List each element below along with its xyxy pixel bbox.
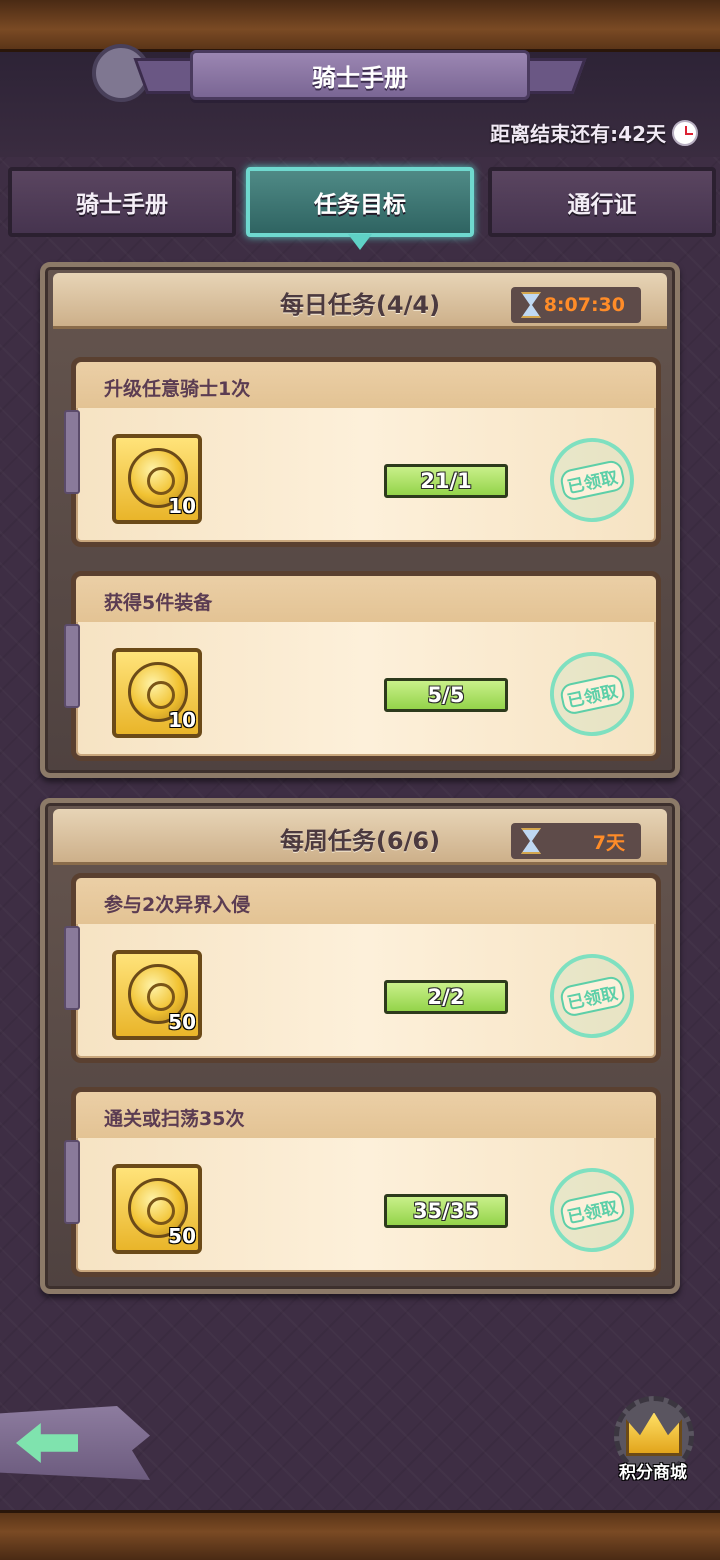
task-progress: 5/5 bbox=[384, 678, 508, 712]
task-card: 获得5件装备 10 5/5 已领取 bbox=[64, 571, 661, 761]
active-tab-pointer-icon bbox=[348, 234, 372, 250]
task-title: 通关或扫荡35次 bbox=[104, 1108, 245, 1130]
claimed-label: 已领取 bbox=[557, 974, 627, 1018]
reward-quantity: 10 bbox=[168, 494, 196, 518]
reward-item[interactable]: 10 bbox=[112, 434, 202, 524]
weekly-tasks-panel: 每周任务(6/6) 7天 参与2次异界入侵 50 2/2 已领取 通关或扫荡35… bbox=[40, 798, 680, 1294]
tab-label: 骑士手册 bbox=[76, 192, 168, 218]
task-card: 通关或扫荡35次 50 35/35 已领取 bbox=[64, 1087, 661, 1277]
daily-timer: 8:07:30 bbox=[511, 287, 641, 323]
task-progress: 35/35 bbox=[384, 1194, 508, 1228]
tab-task-goals[interactable]: 任务目标 bbox=[246, 167, 474, 237]
claimed-label: 已领取 bbox=[557, 672, 627, 716]
weekly-header: 每周任务(6/6) 7天 bbox=[53, 809, 667, 865]
claimed-stamp: 已领取 bbox=[542, 644, 642, 744]
reward-quantity: 50 bbox=[168, 1010, 196, 1034]
task-title: 参与2次异界入侵 bbox=[104, 894, 251, 916]
claimed-stamp: 已领取 bbox=[542, 1160, 642, 1260]
reward-item[interactable]: 10 bbox=[112, 648, 202, 738]
points-shop-button[interactable]: 积分商城 bbox=[608, 1396, 698, 1492]
reward-item[interactable]: 50 bbox=[112, 950, 202, 1040]
task-card: 升级任意骑士1次 10 21/1 已领取 bbox=[64, 357, 661, 547]
claimed-label: 已领取 bbox=[557, 1188, 627, 1232]
hourglass-icon bbox=[521, 828, 541, 854]
weekly-timer-value: 7天 bbox=[592, 831, 625, 854]
top-frame bbox=[0, 0, 720, 52]
clock-icon bbox=[672, 119, 698, 146]
claimed-stamp: 已领取 bbox=[542, 946, 642, 1046]
claimed-stamp: 已领取 bbox=[542, 430, 642, 530]
back-button[interactable] bbox=[0, 1406, 150, 1480]
daily-header: 每日任务(4/4) 8:07:30 bbox=[53, 273, 667, 329]
daily-timer-value: 8:07:30 bbox=[543, 294, 625, 316]
daily-tasks-panel: 每日任务(4/4) 8:07:30 升级任意骑士1次 10 21/1 已领取 获… bbox=[40, 262, 680, 778]
tab-knight-handbook[interactable]: 骑士手册 bbox=[8, 167, 236, 237]
weekly-timer: 7天 bbox=[511, 823, 641, 859]
hourglass-icon bbox=[521, 292, 541, 318]
task-card: 参与2次异界入侵 50 2/2 已领取 bbox=[64, 873, 661, 1063]
claimed-label: 已领取 bbox=[557, 458, 627, 502]
reward-item[interactable]: 50 bbox=[112, 1164, 202, 1254]
tab-pass[interactable]: 通行证 bbox=[488, 167, 716, 237]
shop-label: 积分商城 bbox=[619, 1463, 687, 1483]
title-banner: 骑士手册 bbox=[190, 50, 530, 100]
bottom-frame bbox=[0, 1510, 720, 1560]
arrow-left-icon bbox=[16, 1423, 78, 1463]
task-progress: 2/2 bbox=[384, 980, 508, 1014]
tab-label: 任务目标 bbox=[314, 192, 406, 218]
task-title: 升级任意骑士1次 bbox=[104, 378, 251, 400]
countdown-label: 距离结束还有:42天 bbox=[490, 122, 666, 146]
task-title: 获得5件装备 bbox=[104, 592, 213, 614]
page-title: 骑士手册 bbox=[312, 63, 408, 92]
reward-quantity: 50 bbox=[168, 1224, 196, 1248]
tab-label: 通行证 bbox=[567, 192, 637, 218]
event-countdown: 距离结束还有:42天 bbox=[490, 118, 698, 147]
reward-quantity: 10 bbox=[168, 708, 196, 732]
task-progress: 21/1 bbox=[384, 464, 508, 498]
